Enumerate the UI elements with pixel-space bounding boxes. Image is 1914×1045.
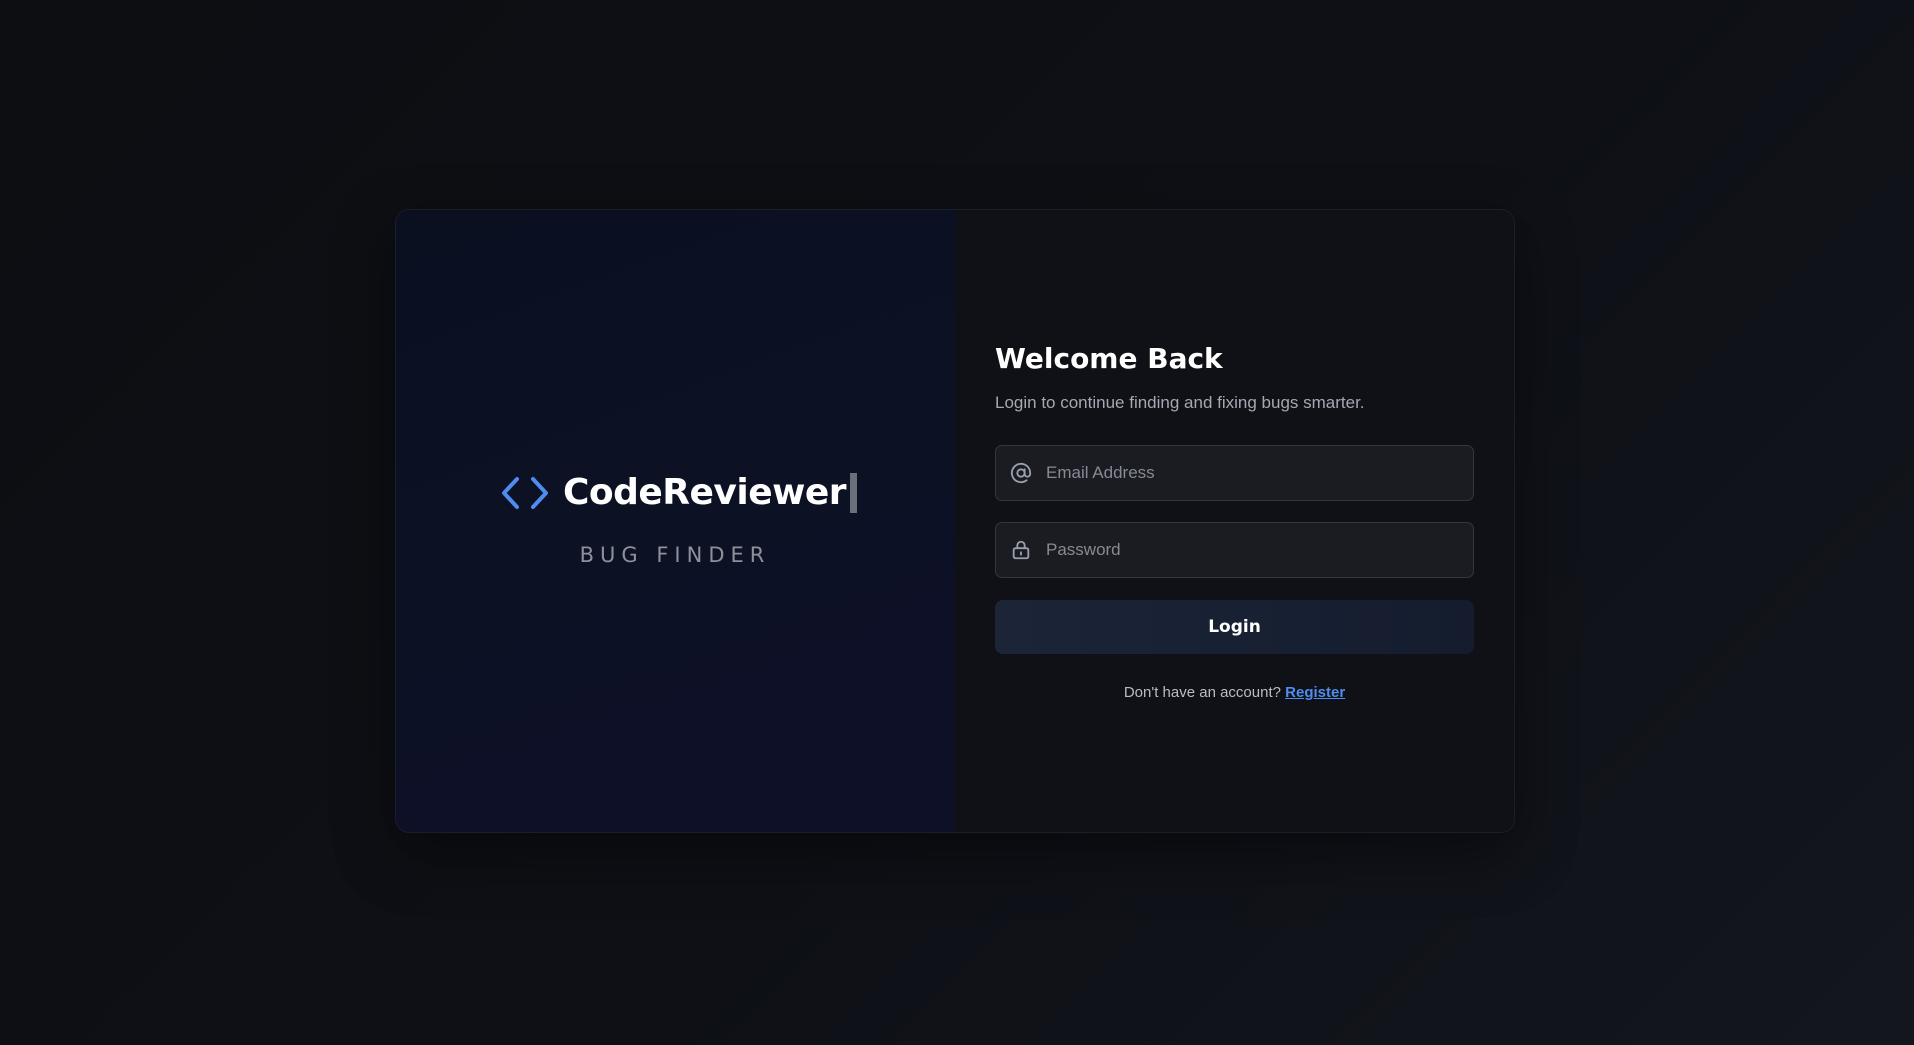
register-prompt-line: Don't have an account? Register — [995, 684, 1474, 701]
email-input[interactable] — [1046, 446, 1473, 500]
page-subtitle: Login to continue finding and fixing bug… — [995, 393, 1365, 412]
lock-icon — [1010, 539, 1032, 561]
brand-header: CodeReviewer — [396, 473, 955, 513]
at-sign-icon — [1010, 462, 1032, 484]
typing-cursor — [850, 473, 858, 513]
login-button[interactable]: Login — [995, 600, 1474, 654]
email-field[interactable] — [995, 445, 1474, 501]
password-field[interactable] — [995, 522, 1474, 578]
password-input[interactable] — [1046, 523, 1473, 577]
register-prompt: Don't have an account? — [1123, 684, 1281, 701]
brand-panel: CodeReviewer — [396, 210, 955, 832]
form-panel — [955, 210, 1514, 832]
login-card: CodeReviewer — [395, 209, 1515, 833]
page-title: Welcome Back — [995, 342, 1223, 375]
code-brackets-icon — [499, 475, 551, 511]
brand-tagline: BUG FINDER — [579, 543, 771, 567]
brand-name: CodeReviewer — [562, 472, 847, 513]
register-link[interactable]: Register — [1285, 684, 1345, 701]
brand-logo: CodeReviewer — [499, 472, 858, 513]
